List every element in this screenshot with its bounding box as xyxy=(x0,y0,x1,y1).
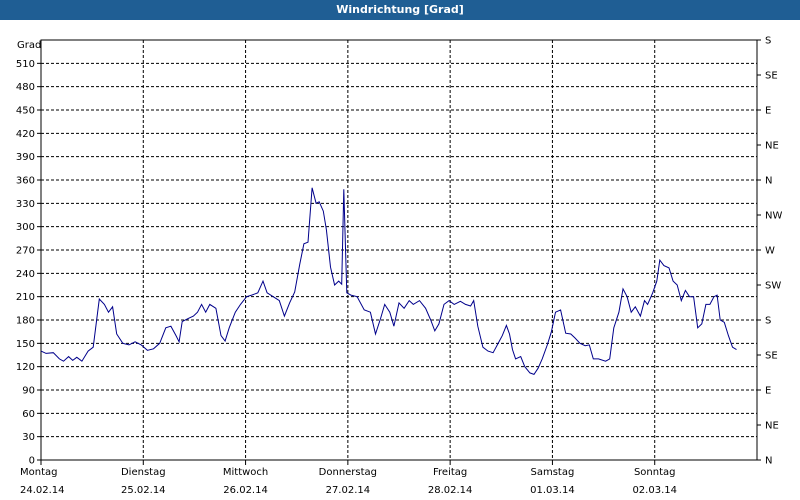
y-tick-label: 480 xyxy=(16,82,35,93)
y-tick-label: 420 xyxy=(16,129,35,140)
y-tick-label: 150 xyxy=(16,339,35,350)
x-axis: Montag 24.02.14 Dienstag 25.02.14 Mittwoch 26… xyxy=(20,460,677,496)
y-tick-label: 360 xyxy=(16,176,35,187)
x-tick-label-day: Sonntag xyxy=(634,467,676,478)
y-right-tick-label: SW xyxy=(765,281,781,292)
y-tick-label: 240 xyxy=(16,269,35,280)
y-tick-label: 60 xyxy=(22,409,35,420)
x-tick-label-date: 26.02.14 xyxy=(223,485,268,496)
y-tick-label: 30 xyxy=(22,432,35,443)
x-tick-label-date: 25.02.14 xyxy=(121,485,166,496)
y-right-tick-label: NW xyxy=(765,211,782,222)
y-tick-label: 390 xyxy=(16,152,35,163)
y-axis-right: N NE E SE S SW W NW N NE E SE S xyxy=(757,36,782,467)
y-right-tick-label: SE xyxy=(765,71,778,82)
x-tick-label-day: Mittwoch xyxy=(223,467,268,478)
y-tick-label: 90 xyxy=(22,386,35,397)
wind-direction-chart: 0 30 60 90 120 150 180 210 240 270 300 330 360 390 420… xyxy=(16,36,783,497)
y-tick-label: 300 xyxy=(16,222,35,233)
x-tick-label-date: 01.03.14 xyxy=(530,485,575,496)
y-tick-label: 450 xyxy=(16,106,35,117)
y-axis-left: 0 30 60 90 120 150 180 210 240 270 300 330 360 390 420… xyxy=(16,59,41,467)
y-tick-label: 510 xyxy=(16,59,35,70)
y-tick-label: 0 xyxy=(29,456,35,467)
x-tick-label-day: Donnerstag xyxy=(319,467,377,478)
y-axis-label: Grad xyxy=(17,40,41,51)
y-tick-label: 120 xyxy=(16,362,35,373)
y-right-tick-label: N xyxy=(765,456,772,467)
y-tick-label: 270 xyxy=(16,246,35,257)
x-tick-label-date: 24.02.14 xyxy=(20,485,65,496)
y-right-tick-label: E xyxy=(765,386,771,397)
y-tick-label: 330 xyxy=(16,199,35,210)
y-right-tick-label: N xyxy=(765,176,772,187)
x-tick-label-day: Montag xyxy=(20,467,57,478)
x-tick-label-date: 02.03.14 xyxy=(632,485,677,496)
y-right-tick-label: S xyxy=(765,36,771,47)
x-tick-label-day: Dienstag xyxy=(121,467,166,478)
y-right-tick-label: E xyxy=(765,106,771,117)
y-right-tick-label: SE xyxy=(765,351,778,362)
y-tick-label: 210 xyxy=(16,292,35,303)
y-right-tick-label: S xyxy=(765,316,771,327)
x-tick-label-date: 27.02.14 xyxy=(326,485,371,496)
chart-title: Windrichtung [Grad] xyxy=(0,0,800,20)
x-tick-label-day: Samstag xyxy=(531,467,575,478)
x-tick-label-day: Freitag xyxy=(433,467,467,478)
y-right-tick-label: NE xyxy=(765,421,779,432)
y-tick-label: 180 xyxy=(16,316,35,327)
x-tick-label-date: 28.02.14 xyxy=(428,485,473,496)
y-right-tick-label: NE xyxy=(765,141,779,152)
y-right-tick-label: W xyxy=(765,246,775,257)
